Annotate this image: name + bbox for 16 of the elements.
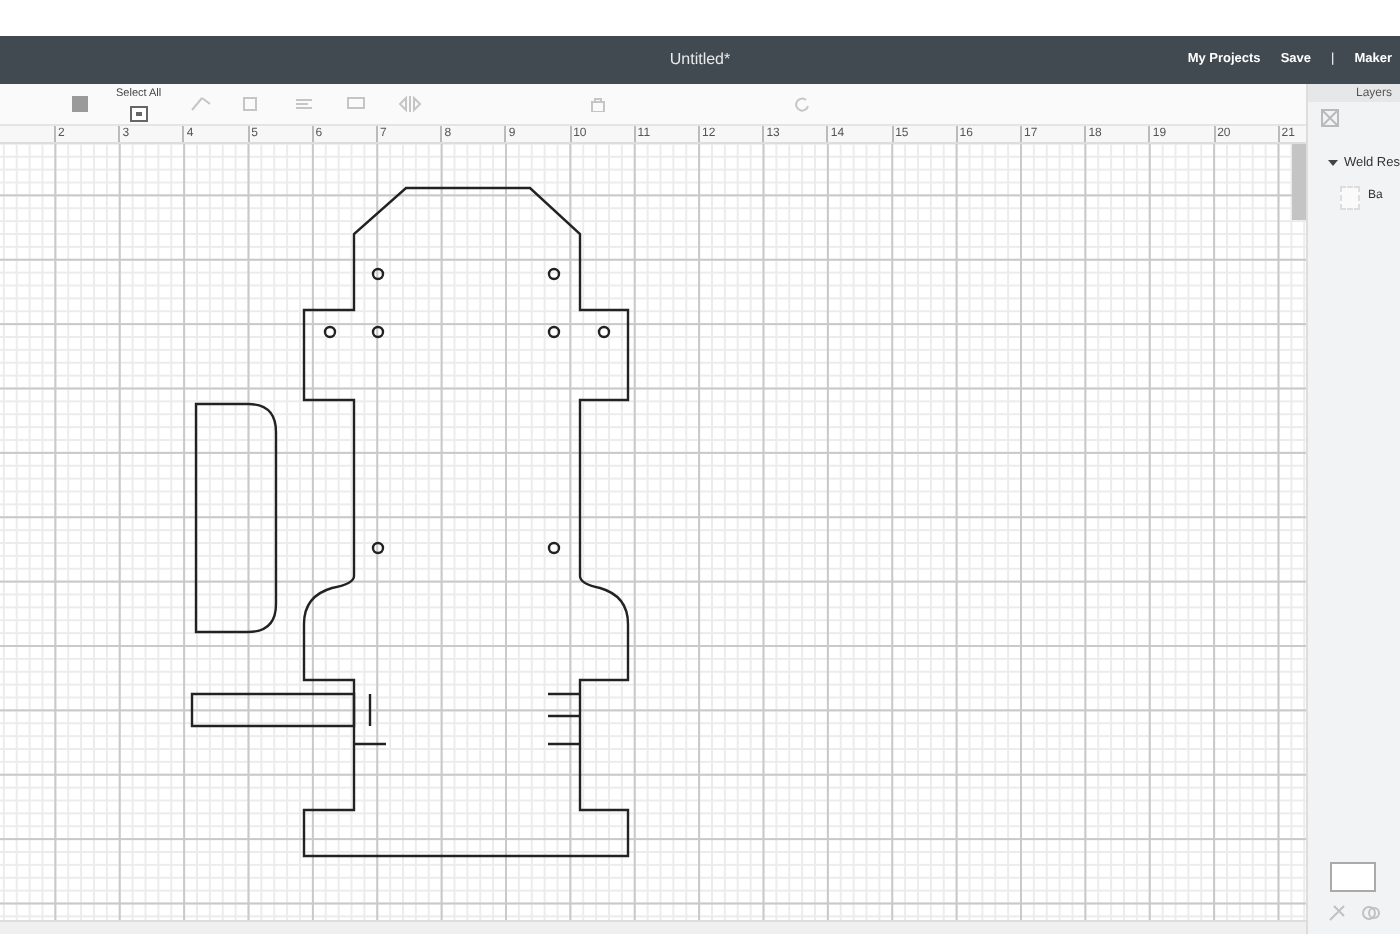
select-all-icon[interactable]	[129, 106, 148, 123]
rounded-tab-shape[interactable]	[194, 402, 278, 634]
caret-icon[interactable]	[1327, 158, 1338, 169]
layer-thumbnail	[1339, 185, 1360, 210]
horizontal-scrollbar[interactable]	[0, 920, 1306, 934]
document-title: Untitled*	[669, 50, 731, 68]
scrollbar-thumb[interactable]	[1291, 144, 1306, 220]
align-icon[interactable]	[293, 96, 318, 112]
weld-icon[interactable]	[1361, 904, 1380, 922]
color-swatch-icon[interactable]	[72, 96, 88, 112]
group-icon[interactable]	[1319, 108, 1340, 128]
rotate-icon[interactable]	[793, 96, 810, 112]
cut-shape-drawing[interactable]	[302, 186, 630, 858]
canvas-color-box[interactable]	[1329, 862, 1376, 892]
flip-icon[interactable]	[397, 96, 422, 112]
strip-shape[interactable]	[190, 692, 356, 728]
